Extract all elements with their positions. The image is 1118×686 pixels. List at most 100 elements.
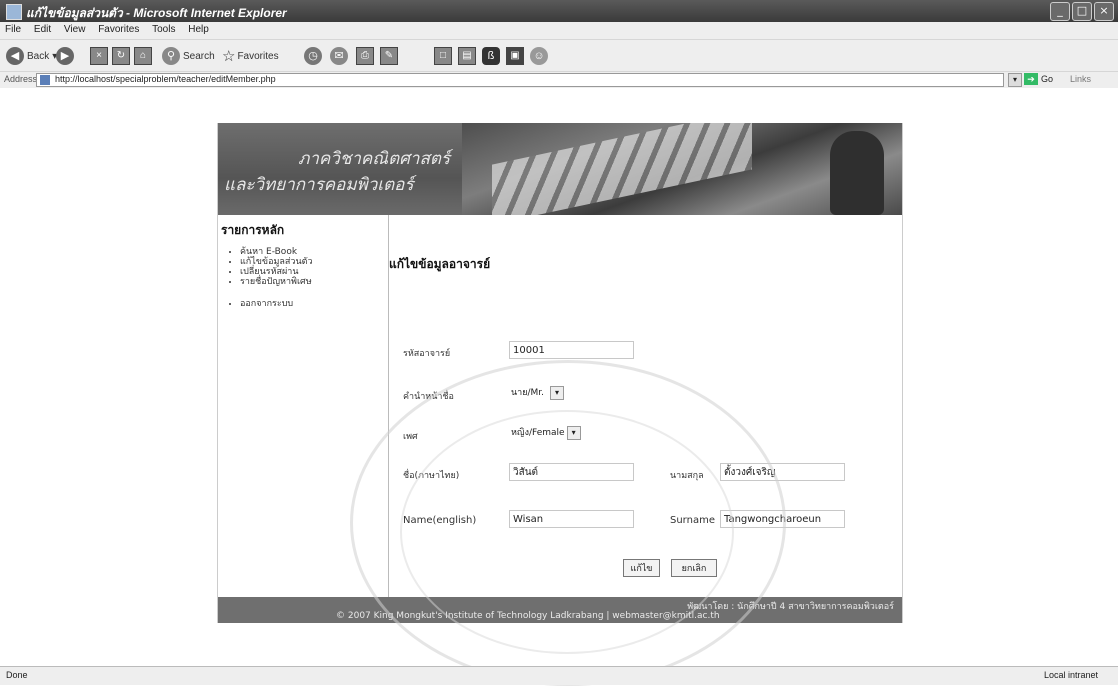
site-banner: ภาควิชาคณิตศาสตร์ และวิทยาการคอมพิวเตอร์	[218, 123, 902, 215]
menu-favorites[interactable]: Favorites	[93, 22, 144, 35]
statue-image	[830, 131, 884, 215]
prefix-value: นาย/Mr.	[511, 388, 545, 398]
menu-help[interactable]: Help	[183, 22, 214, 35]
favorites-label: Favorites	[237, 50, 279, 62]
back-arrow-icon: ◀	[6, 47, 24, 65]
discuss-button[interactable]: □	[434, 46, 452, 66]
english-name-input[interactable]: Wisan	[509, 510, 634, 528]
page-icon	[40, 75, 50, 85]
main-content: แก้ไขข้อมูลอาจารย์ รหัสอาจารย์ 10001 คำน…	[389, 215, 902, 597]
sex-select[interactable]: หญิง/Female ▾	[511, 424, 581, 442]
search-label: Search	[183, 50, 215, 62]
print-icon: ⎙	[356, 47, 374, 65]
chevron-down-icon: ▾	[550, 386, 565, 400]
sidebar: รายการหลัก ค้นหา E-Book แก้ไขข้อมูลส่วนต…	[218, 215, 389, 597]
stop-icon: ×	[90, 47, 108, 65]
english-name-label: Name(english)	[403, 515, 477, 526]
stop-button[interactable]: ×	[90, 46, 108, 66]
sidebar-item-change-password[interactable]: เปลี่ยนรหัสผ่าน	[240, 267, 313, 277]
search-button[interactable]: ⚲ Search	[162, 46, 215, 66]
security-zone-text: Local intranet	[1043, 670, 1098, 680]
close-button[interactable]: ×	[1094, 2, 1114, 21]
banner-title-line1: ภาควิชาคณิตศาสตร์	[298, 149, 450, 169]
address-label: Address	[4, 74, 38, 84]
row-prefix: คำนำหน้าชื่อ นาย/Mr. ▾	[389, 384, 902, 408]
favorites-button[interactable]: ☆ Favorites	[222, 46, 279, 66]
status-text: Done	[6, 670, 28, 680]
save-button[interactable]: แก้ไข	[623, 559, 660, 577]
people-icon: ☺	[530, 47, 548, 65]
status-bar: Done Local intranet	[0, 666, 1118, 685]
refresh-button[interactable]: ↻	[112, 46, 130, 66]
history-button[interactable]: ◷	[304, 46, 325, 66]
history-icon: ◷	[304, 47, 322, 65]
toolbar-extra-button[interactable]: ☺	[530, 46, 551, 66]
page-title: แก้ไขข้อมูลอาจารย์	[389, 257, 491, 271]
menu-bar: File Edit View Favorites Tools Help	[0, 22, 1118, 39]
menu-file[interactable]: File	[0, 22, 26, 35]
links-label[interactable]: Links	[1070, 74, 1091, 84]
sex-value: หญิง/Female	[511, 428, 565, 438]
maximize-button[interactable]: □	[1072, 2, 1092, 21]
row-sex: เพศ หญิง/Female ▾	[389, 424, 902, 448]
forward-arrow-icon: ▶	[56, 47, 74, 65]
row-thai-name: ชื่อ(ภาษาไทย) วิสันต์ นามสกุล ตั้งวงศ์เจ…	[389, 463, 902, 487]
star-icon: ☆	[222, 48, 236, 65]
refresh-icon: ↻	[112, 47, 130, 65]
print-button[interactable]: ⎙	[356, 46, 374, 66]
english-surname-label: Surname	[670, 515, 715, 526]
back-button[interactable]: ◀ Back ▾	[6, 46, 57, 66]
go-label: Go	[1041, 74, 1054, 84]
keyboard-image	[492, 123, 752, 215]
english-surname-input[interactable]: Tangwongcharoeun	[720, 510, 845, 528]
home-button[interactable]: ⌂	[134, 46, 152, 66]
thai-name-input[interactable]: วิสันต์	[509, 463, 634, 481]
messenger-icon: ▣	[506, 47, 524, 65]
mail-button[interactable]: ✉	[330, 46, 351, 66]
address-input[interactable]: http://localhost/specialproblem/teacher/…	[36, 73, 1004, 87]
sex-label: เพศ	[403, 432, 418, 442]
ie-icon	[6, 4, 22, 20]
web-page: ภาควิชาคณิตศาสตร์ และวิทยาการคอมพิวเตอร์…	[217, 123, 903, 623]
sidebar-item-search-ebook[interactable]: ค้นหา E-Book	[240, 247, 313, 257]
edit-page-button[interactable]: ✎	[380, 46, 398, 66]
sidebar-heading: รายการหลัก	[221, 223, 285, 237]
banner-title-line2: และวิทยาการคอมพิวเตอร์	[224, 175, 414, 195]
bluetooth-button[interactable]: ß	[482, 46, 503, 66]
teacher-id-label: รหัสอาจารย์	[403, 349, 451, 359]
go-button[interactable]: ➔ Go	[1024, 73, 1053, 85]
address-dropdown-icon[interactable]: ▾	[1008, 73, 1022, 87]
sidebar-menu: ค้นหา E-Book แก้ไขข้อมูลส่วนตัว เปลี่ยนร…	[230, 247, 313, 309]
prefix-select[interactable]: นาย/Mr. ▾	[511, 384, 565, 402]
thai-surname-input[interactable]: ตั้งวงศ์เจริญ	[720, 463, 845, 481]
minimize-button[interactable]: _	[1050, 2, 1070, 21]
sidebar-item-special-problems[interactable]: รายชื่อปัญหาพิเศษ	[240, 277, 313, 287]
menu-tools[interactable]: Tools	[147, 22, 180, 35]
site-footer: พัฒนาโดย : นักศึกษาปี 4 สาขาวิทยาการคอมพ…	[218, 597, 902, 623]
menu-view[interactable]: View	[59, 22, 91, 35]
messenger-button[interactable]: ▣	[506, 46, 524, 66]
row-teacher-id: รหัสอาจารย์ 10001	[389, 341, 902, 365]
discuss-icon: □	[434, 47, 452, 65]
forward-button[interactable]: ▶	[56, 46, 77, 66]
sidebar-item-logout[interactable]: ออกจากระบบ	[240, 299, 313, 309]
thai-surname-label: นามสกุล	[670, 471, 704, 481]
teacher-id-input[interactable]: 10001	[509, 341, 634, 359]
row-english-name: Name(english) Wisan Surname Tangwongchar…	[389, 510, 902, 534]
browser-toolbar: ◀ Back ▾ ▶ × ↻ ⌂ ⚲ Search ☆ Favorites ◷ …	[0, 39, 1118, 72]
home-icon: ⌂	[134, 47, 152, 65]
search-icon: ⚲	[162, 47, 180, 65]
research-button[interactable]: ▤	[458, 46, 476, 66]
chevron-down-icon: ▾	[566, 426, 581, 440]
cancel-button[interactable]: ยกเลิก	[671, 559, 717, 577]
window-title: แก้ไขข้อมูลส่วนตัว - Microsoft Internet …	[26, 6, 287, 20]
window-titlebar: แก้ไขข้อมูลส่วนตัว - Microsoft Internet …	[0, 0, 1118, 22]
sidebar-item-edit-profile[interactable]: แก้ไขข้อมูลส่วนตัว	[240, 257, 313, 267]
menu-edit[interactable]: Edit	[29, 22, 56, 35]
footer-copyright-text: © 2007 King Mongkut's Institute of Techn…	[336, 611, 720, 621]
address-bar: Address http://localhost/specialproblem/…	[0, 71, 1118, 89]
banner-image	[462, 123, 902, 215]
window-controls: _ □ ×	[1050, 2, 1114, 21]
edit-icon: ✎	[380, 47, 398, 65]
prefix-label: คำนำหน้าชื่อ	[403, 392, 454, 402]
